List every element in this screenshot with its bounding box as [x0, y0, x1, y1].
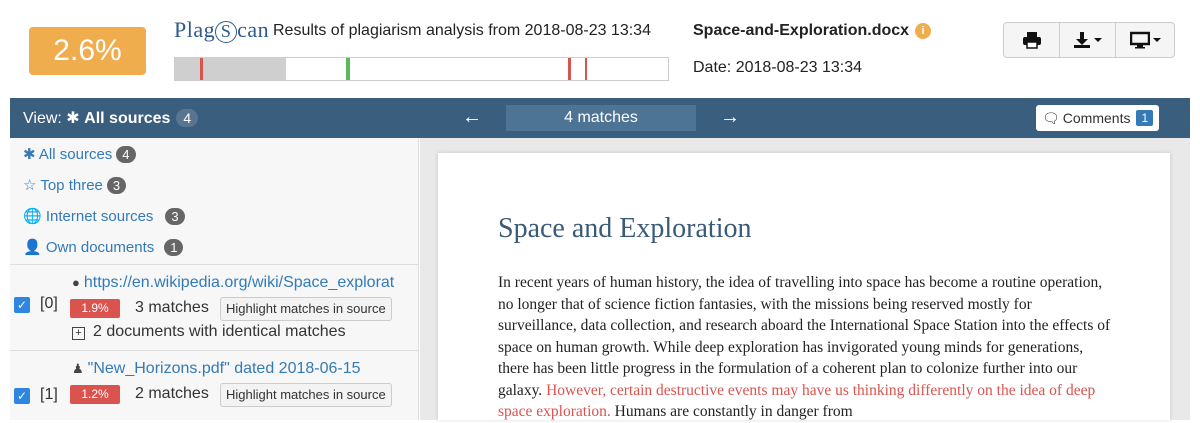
comments-count-badge: 1 — [1136, 110, 1154, 126]
results-title: Results of plagiarism analysis from 2018… — [273, 22, 651, 39]
download-icon — [1074, 32, 1090, 48]
user-icon: 👤 — [23, 239, 46, 256]
comment-marker[interactable] — [346, 58, 350, 80]
source-match-count: 3 matches — [135, 299, 209, 316]
match-distribution-bar[interactable] — [174, 57, 669, 81]
scanned-region — [175, 58, 286, 80]
document-paragraph: In recent years of human history, the id… — [498, 274, 1111, 420]
star-icon: ☆ — [23, 177, 41, 194]
document-heading: Space and Exploration — [498, 213, 752, 244]
comment-icon: 🗨 — [1042, 109, 1060, 126]
download-button[interactable] — [1060, 23, 1116, 57]
source-item: ✓ [1] ♟ "New_Horizons.pdf" dated 2018-06-… — [10, 350, 418, 420]
highlight-matches-button[interactable]: Highlight matches in source — [220, 383, 392, 407]
print-icon — [1022, 32, 1041, 49]
document-name: Space-and-Exploration.docx i — [693, 22, 932, 40]
plagiarism-score: 2.6% — [29, 27, 146, 75]
source-link[interactable]: ♟ "New_Horizons.pdf" dated 2018-06-15 — [72, 360, 361, 378]
view-toolbar: View: ✱ All sources 4 ← 4 matches → 🗨 Com… — [10, 98, 1190, 138]
arrow-right-icon: → — [720, 106, 740, 128]
identical-matches-toggle[interactable]: +2 documents with identical matches — [72, 323, 346, 341]
filter-count-badge: 3 — [165, 208, 185, 225]
filter-all-sources[interactable]: ✱ All sources 4 — [23, 145, 136, 163]
sources-panel: ✱ All sources 4 ☆ Top three 3 🌐 Internet s… — [10, 138, 419, 420]
source-percent-badge: 1.2% — [70, 385, 120, 404]
user-icon: ♟ — [72, 361, 84, 376]
comments-button[interactable]: 🗨 Comments 1 — [1036, 105, 1160, 131]
document-date: Date: 2018-08-23 13:34 — [693, 59, 863, 76]
filter-own-documents[interactable]: 👤 Own documents 1 — [23, 238, 184, 256]
monitor-icon — [1129, 31, 1150, 49]
view-count-badge: 4 — [176, 109, 199, 127]
source-checkbox[interactable]: ✓ — [14, 388, 30, 404]
report-header: 2.6% Plag Scan Results of plagiarism anal… — [0, 0, 1200, 98]
previous-match-button[interactable]: ← — [462, 106, 482, 129]
display-mode-button[interactable] — [1116, 23, 1174, 57]
filter-count-badge: 4 — [116, 146, 136, 163]
arrow-left-icon: ← — [462, 106, 482, 128]
globe-icon: 🌐 — [23, 208, 46, 225]
filter-internet-sources[interactable]: 🌐 Internet sources 3 — [23, 207, 185, 225]
source-percent-badge: 1.9% — [70, 299, 120, 318]
source-link[interactable]: ● https://en.wikipedia.org/wiki/Space_exp… — [72, 274, 394, 292]
source-checkbox[interactable]: ✓ — [14, 297, 30, 313]
chevron-down-icon — [1094, 38, 1102, 42]
match-marker[interactable] — [585, 58, 587, 80]
action-buttons — [1003, 22, 1175, 58]
match-marker[interactable] — [568, 58, 571, 80]
filter-count-badge: 1 — [164, 239, 184, 256]
highlight-matches-button[interactable]: Highlight matches in source — [220, 297, 392, 321]
match-marker[interactable] — [200, 58, 203, 80]
plagscan-logo: Plag Scan — [174, 17, 270, 43]
filter-top-three[interactable]: ☆ Top three 3 — [23, 176, 127, 194]
print-button[interactable] — [1004, 23, 1060, 57]
globe-icon: ● — [72, 275, 80, 290]
asterisk-icon: ✱ — [66, 110, 80, 127]
document-page: Space and Exploration In recent years of… — [438, 153, 1170, 420]
plus-square-icon: + — [72, 327, 85, 340]
source-item: ✓ [0] ● https://en.wikipedia.org/wiki/Spa… — [10, 264, 418, 350]
next-match-button[interactable]: → — [720, 106, 740, 129]
filter-count-badge: 3 — [106, 177, 127, 194]
asterisk-icon: ✱ — [23, 146, 39, 163]
chevron-down-icon — [1152, 38, 1161, 42]
source-match-count: 2 matches — [135, 385, 209, 402]
view-selector[interactable]: View: ✱ All sources 4 — [23, 108, 199, 128]
info-icon[interactable]: i — [915, 23, 932, 39]
source-index: [0] — [40, 295, 58, 312]
match-counter: 4 matches — [506, 105, 696, 131]
source-index: [1] — [40, 386, 58, 403]
